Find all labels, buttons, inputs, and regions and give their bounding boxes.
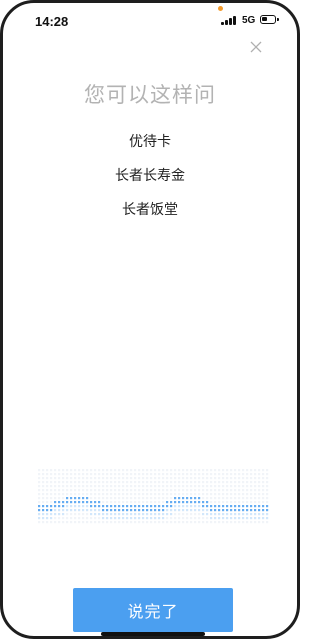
status-bar: 14:28 5G <box>3 3 297 39</box>
suggestion-item[interactable]: 长者长寿金 <box>3 165 297 199</box>
done-speaking-button[interactable]: 说完了 <box>73 588 233 632</box>
prompt-title: 您可以这样问 <box>84 83 216 107</box>
signal-icon <box>221 15 237 25</box>
network-type: 5G <box>242 15 256 26</box>
phone-frame: 14:28 5G 您可以这样问 优待卡 长者长寿金 长者饭堂 说完了 <box>0 0 300 639</box>
status-time: 14:28 <box>35 14 69 29</box>
home-indicator <box>101 632 205 636</box>
voice-waveform-icon <box>38 469 269 524</box>
privacy-indicator-dot <box>218 6 223 11</box>
battery-icon <box>260 15 279 24</box>
suggestion-item[interactable]: 长者饭堂 <box>3 199 297 233</box>
suggestion-list: 优待卡 长者长寿金 长者饭堂 <box>3 131 297 233</box>
suggestion-item[interactable]: 优待卡 <box>3 131 297 165</box>
close-icon[interactable] <box>249 39 263 53</box>
